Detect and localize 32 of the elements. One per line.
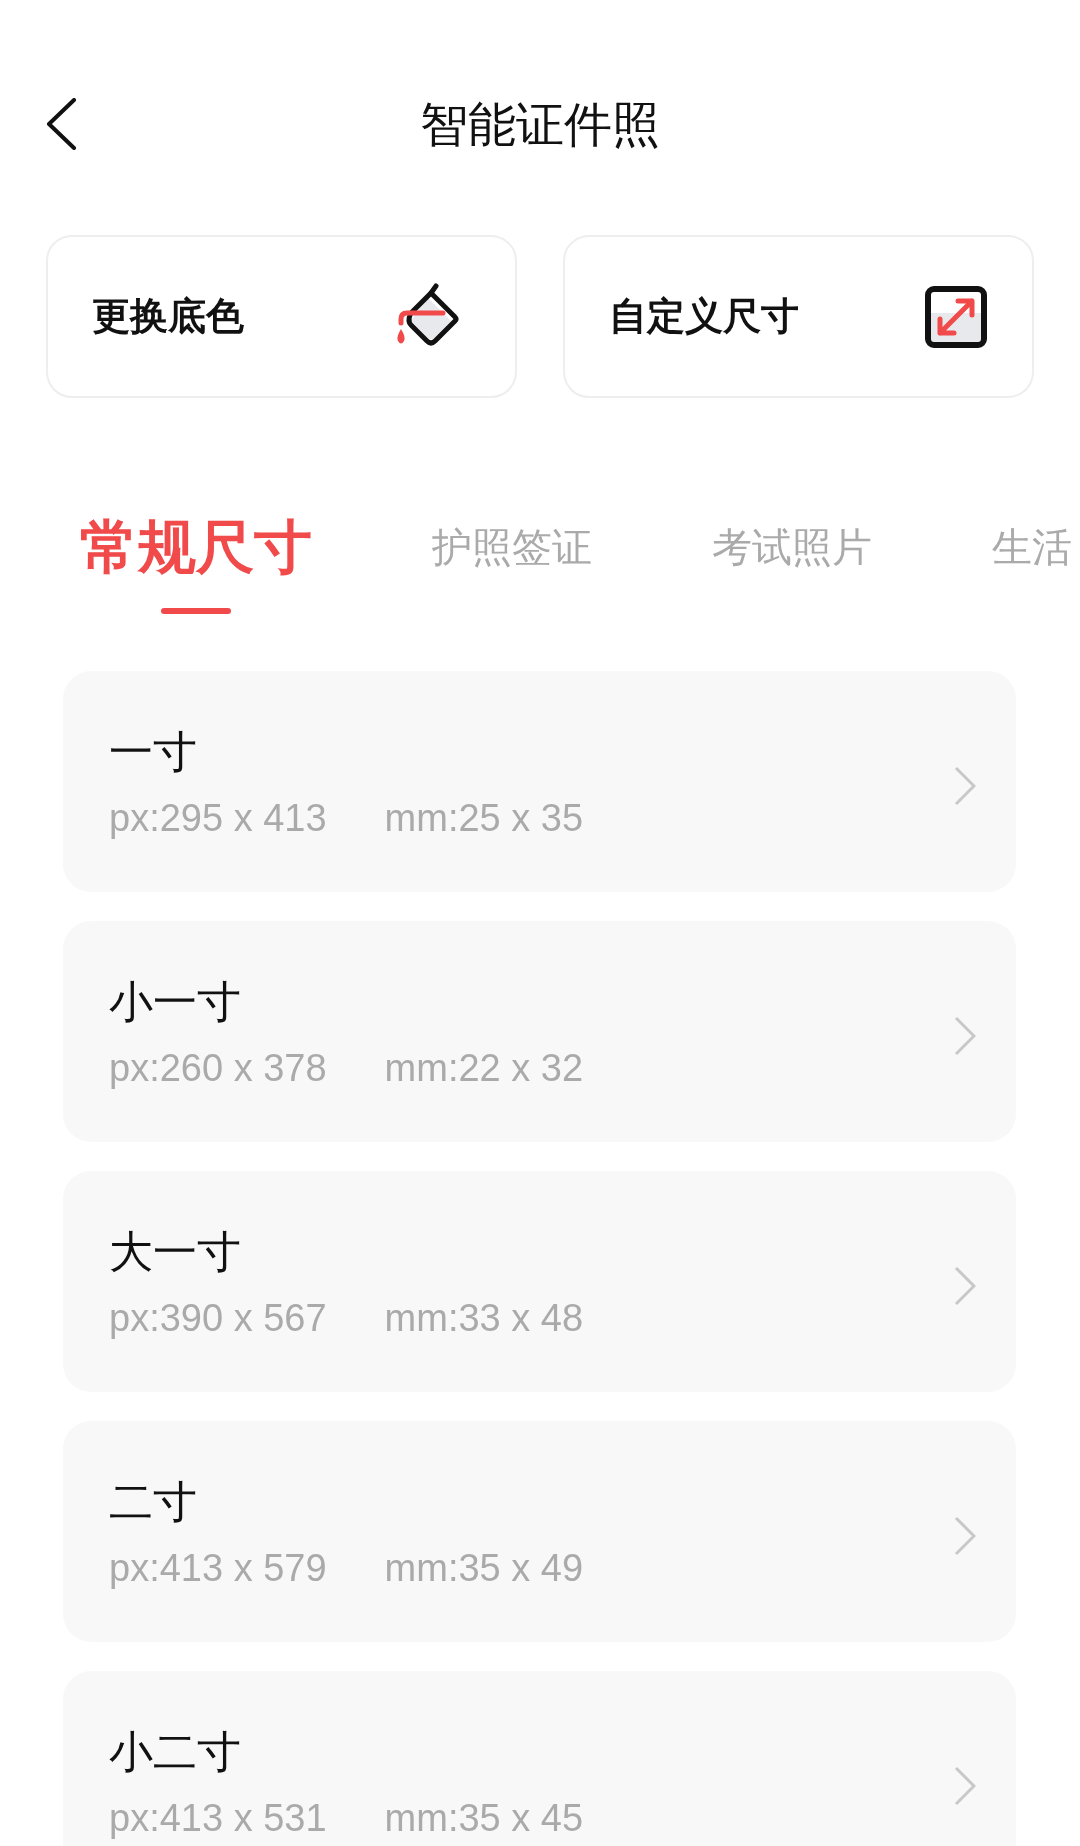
tab-indicator [161,608,231,614]
pixel-size: px:413 x 579 [109,1548,327,1588]
size-card[interactable]: 大一寸 px:390 x 567 mm:33 x 48 [63,1171,1016,1392]
size-name: 二寸 [109,1476,198,1528]
size-card[interactable]: 小一寸 px:260 x 378 mm:22 x 32 [63,921,1016,1142]
chevron-icon [954,1766,976,1806]
chevron-icon [954,1016,976,1056]
size-name: 小一寸 [109,976,242,1028]
size-name: 大一寸 [109,1226,242,1278]
change-background-button[interactable]: 更换底色 [46,235,517,398]
pixel-size: px:295 x 413 [109,798,327,838]
size-name: 小二寸 [109,1726,242,1778]
pixel-size: px:390 x 567 [109,1298,327,1338]
size-card[interactable]: 二寸 px:413 x 579 mm:35 x 49 [63,1421,1016,1642]
millimeter-size: mm:25 x 35 [384,798,584,838]
resize-icon [924,284,988,349]
chevron-icon [954,766,976,806]
millimeter-size: mm:22 x 32 [384,1048,584,1088]
millimeter-size: mm:35 x 49 [384,1548,584,1588]
pixel-size: px:260 x 378 [109,1048,327,1088]
page-title: 智能证件照 [420,95,660,153]
chevron-icon [954,1516,976,1556]
size-name: 一寸 [109,726,198,778]
millimeter-size: mm:33 x 48 [384,1298,584,1338]
custom-size-button[interactable]: 自定义尺寸 [563,235,1034,398]
pixel-size: px:413 x 531 [109,1798,327,1838]
size-card[interactable]: 小二寸 px:413 x 531 mm:35 x 45 [63,1671,1016,1846]
size-card[interactable]: 一寸 px:295 x 413 mm:25 x 35 [63,671,1016,892]
chevron-icon [954,1266,976,1306]
back-button[interactable] [44,98,78,150]
tab[interactable]: 常规尺寸 [80,512,312,582]
millimeter-size: mm:35 x 45 [384,1798,584,1838]
